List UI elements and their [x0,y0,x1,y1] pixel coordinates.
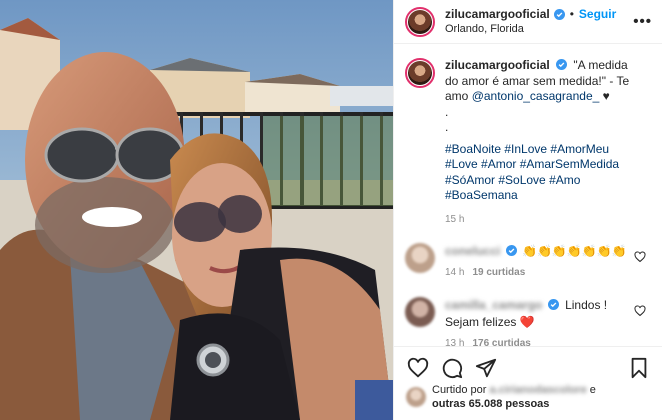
comments-area[interactable]: zilucamargooficial "A medida do amor é a… [394,45,662,346]
post-caption: zilucamargooficial "A medida do amor é a… [405,58,652,227]
liked-by-and: e [589,384,596,396]
separator-dot: • [569,6,574,21]
caption-dot-1: . [445,104,449,119]
bookmark-icon[interactable] [628,357,650,379]
follow-button[interactable]: Seguir [579,7,616,22]
post-photo[interactable] [0,0,393,420]
commenter-username[interactable]: camilla_camargo [445,297,542,314]
liked-by-others[interactable]: outras 65.088 pessoas [432,398,549,410]
comment-likes[interactable]: 19 curtidas [472,267,525,278]
verified-badge-icon [553,8,565,20]
caption-username[interactable]: zilucamargooficial [445,58,550,72]
comment-time[interactable]: 13 h [445,338,464,346]
post-header: zilucamargooficial • Seguir Orlando, Flo… [394,0,662,44]
commenter-avatar[interactable] [405,297,435,327]
commenter-avatar[interactable] [405,243,435,273]
comment-like-icon[interactable] [634,251,646,263]
post-location[interactable]: Orlando, Florida [445,22,616,37]
comment-icon[interactable] [441,357,463,379]
post-side-panel: zilucamargooficial • Seguir Orlando, Flo… [393,0,662,420]
verified-badge-icon [505,245,517,256]
comment-text: Lindos ! [565,298,608,312]
comment-text: 👏👏👏👏👏👏👏 [522,244,627,258]
caption-heart: ♥ [602,89,610,103]
liker-avatar[interactable] [406,387,426,407]
caption-mention[interactable]: @antonio_casagrande_ [472,89,600,103]
author-username[interactable]: zilucamargooficial [445,7,550,22]
caption-author-avatar[interactable] [405,58,435,88]
comment-likes[interactable]: 176 curtidas [472,338,530,346]
red-heart-emoji: ❤️ [519,315,535,329]
selfie-image [0,0,393,420]
post-actions-bar [394,346,662,384]
comment-text-line-2: Sejam felizes [445,315,517,329]
comment-time[interactable]: 14 h [445,267,464,278]
liked-by-username[interactable]: a.cirianodascolore [489,383,586,397]
liked-by-prefix: Curtido por [432,384,487,396]
heart-icon[interactable] [407,357,429,379]
author-avatar[interactable] [405,6,435,37]
comment-item: conelucci 👏👏👏👏👏👏👏 14 h 19 curtidas [405,243,652,281]
caption-hashtags[interactable]: #BoaNoite #InLove #AmorMeu #Love #Amor #… [445,142,640,204]
liked-by-row: Curtido por a.cirianodascolore e outras … [406,383,652,411]
verified-badge-icon [547,299,559,310]
comment-item: camilla_camargo Lindos ! Sejam felizes ❤… [405,297,652,346]
more-options-icon[interactable]: ••• [633,13,652,30]
caption-time[interactable]: 15 h [445,212,640,228]
send-icon[interactable] [475,357,497,379]
comment-like-icon[interactable] [634,305,646,317]
commenter-username[interactable]: conelucci [445,243,500,260]
caption-dot-2: . [445,120,449,134]
verified-badge-icon [556,59,568,70]
